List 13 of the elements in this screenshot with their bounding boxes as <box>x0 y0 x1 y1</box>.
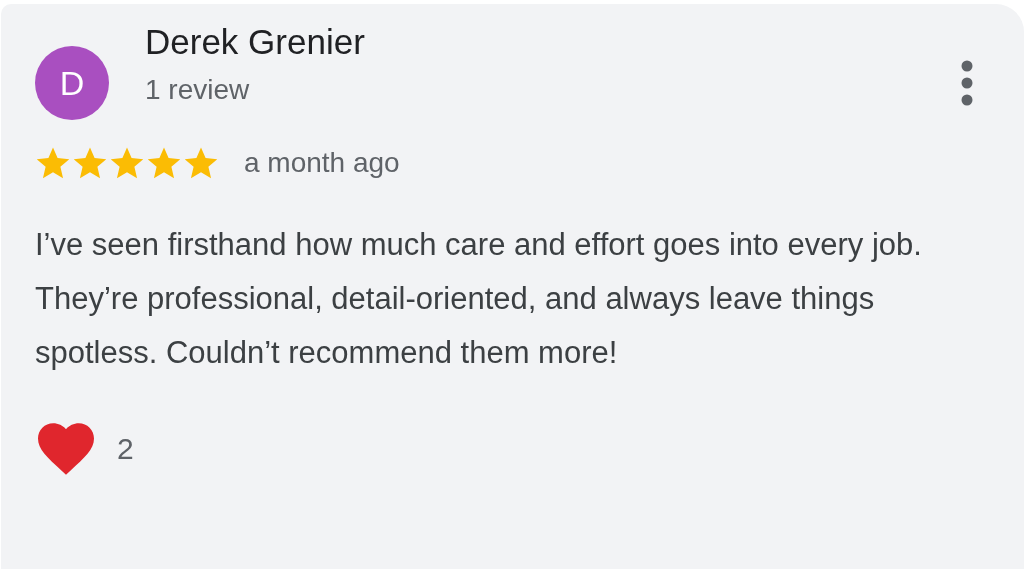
star-icon <box>35 146 71 180</box>
more-options-icon[interactable] <box>960 60 974 106</box>
reaction-count: 2 <box>117 430 134 467</box>
star-icon <box>183 146 219 180</box>
author-name[interactable]: Derek Grenier <box>145 20 365 64</box>
review-time: a month ago <box>244 146 400 180</box>
review-count: 1 review <box>145 73 251 107</box>
star-icon <box>146 146 182 180</box>
star-icon <box>72 146 108 180</box>
review-text: I’ve seen firsthand how much care and effort goes into every job. They’re professional, detail-oriented, and always leave things spotless. Couldn’t recommend them more! <box>35 226 923 372</box>
heart-icon[interactable] <box>35 420 97 476</box>
star-icon <box>109 146 145 180</box>
avatar[interactable]: D <box>35 46 109 120</box>
